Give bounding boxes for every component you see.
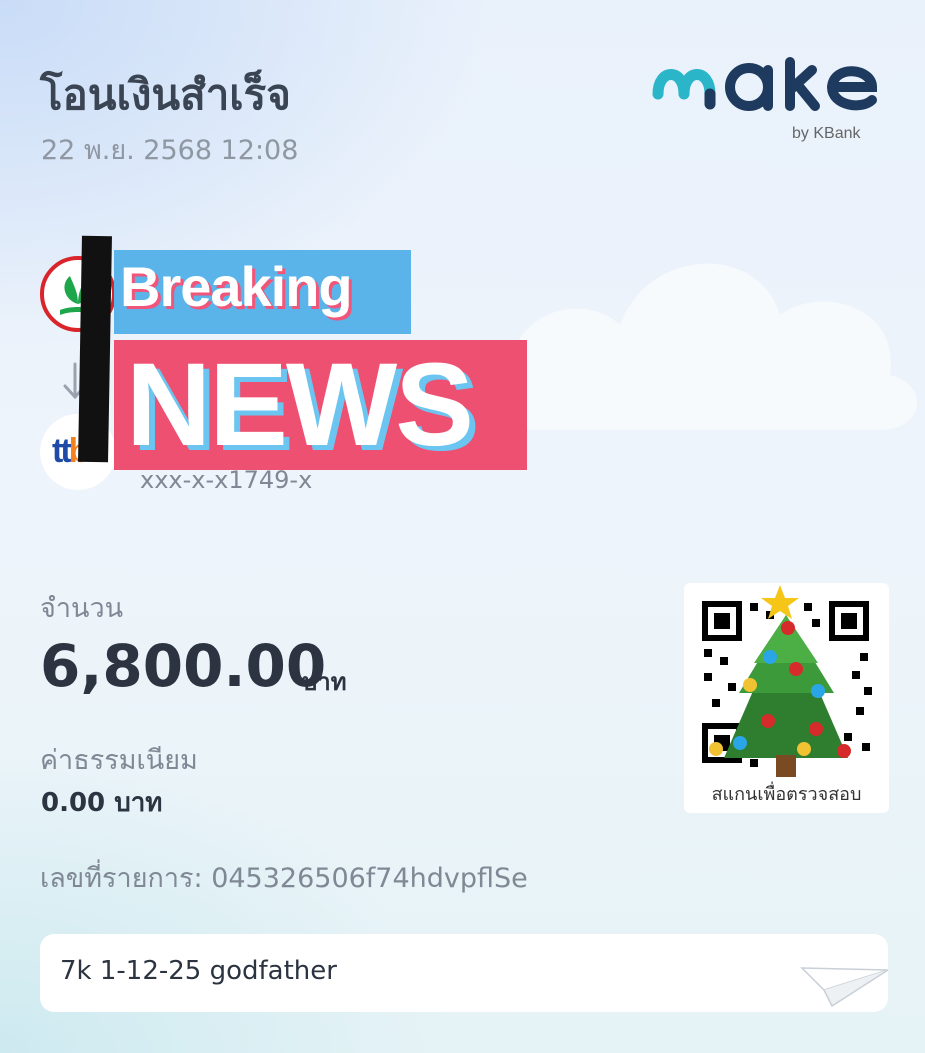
amount-label: จำนวน (40, 593, 124, 624)
qr-code[interactable]: สแกนเพื่อตรวจสอบ (684, 583, 889, 813)
make-by-kbank-logo: by KBank (652, 54, 887, 150)
paper-plane-icon (800, 950, 896, 1010)
amount-unit: บาท (302, 668, 347, 696)
news-sticker-text: NEWS (126, 339, 474, 471)
fee-label: ค่าธรรมเนียม (40, 745, 198, 776)
page-title: โอนเงินสำเร็จ (40, 70, 291, 119)
qr-caption: สแกนเพื่อตรวจสอบ (711, 784, 862, 805)
breaking-sticker-text: Breaking (120, 255, 353, 318)
amount-value: 6,800.00 (40, 632, 327, 700)
sticker-black-bar (78, 235, 112, 463)
memo-box: 7k 1-12-25 godfather (40, 934, 889, 1012)
by-kbank-text: by KBank (792, 125, 861, 142)
transfer-datetime: 22 พ.ย. 2568 12:08 (41, 135, 299, 166)
fee-value: 0.00 บาท (41, 788, 163, 818)
transaction-reference: เลขที่รายการ: 045326506f74hdvpflSe (40, 863, 528, 894)
memo-text: 7k 1-12-25 godfather (60, 956, 337, 986)
